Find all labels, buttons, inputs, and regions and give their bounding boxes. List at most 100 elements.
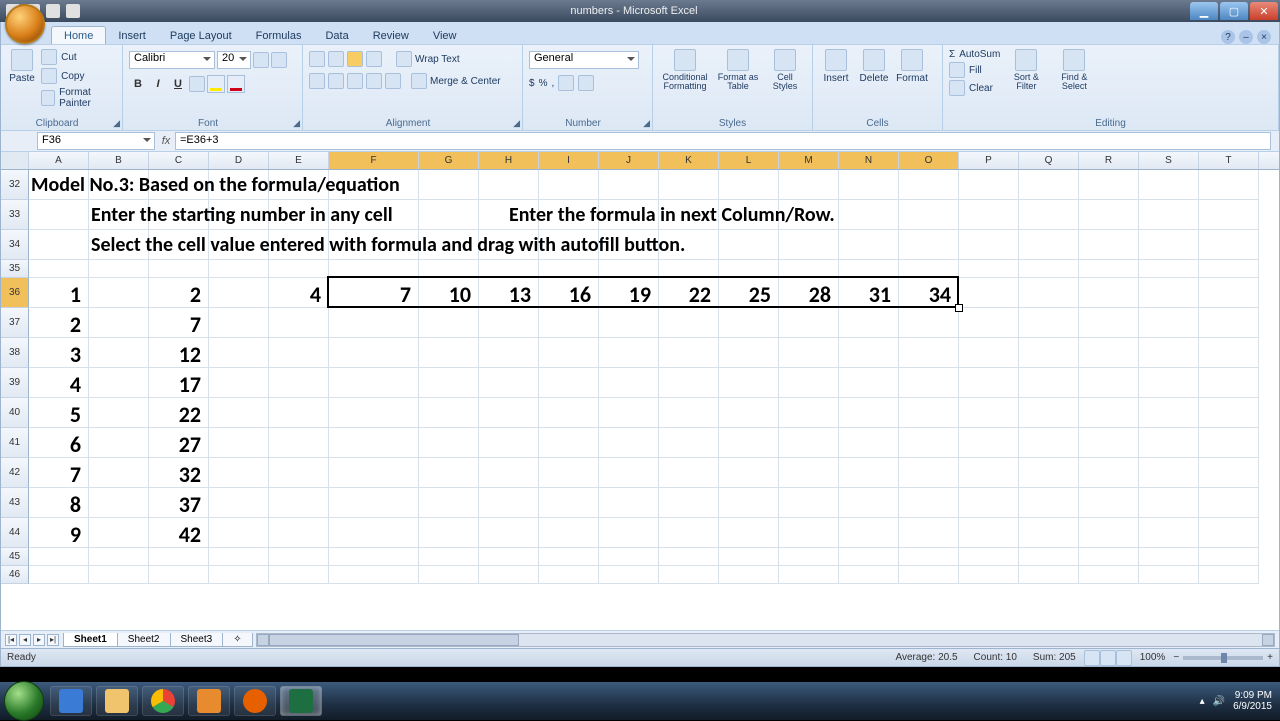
col-header-E[interactable]: E — [269, 152, 329, 169]
format-cells-button[interactable]: Format — [895, 47, 929, 84]
row-header-42[interactable]: 42 — [1, 458, 29, 488]
insert-cells-button[interactable]: Insert — [819, 47, 853, 84]
col-header-S[interactable]: S — [1139, 152, 1199, 169]
row-header-40[interactable]: 40 — [1, 398, 29, 428]
cell-a44[interactable]: 9 — [29, 521, 81, 548]
comma-button[interactable]: , — [551, 78, 554, 89]
percent-button[interactable]: % — [539, 78, 548, 89]
cell-N36[interactable]: 31 — [839, 281, 891, 308]
cell-a42[interactable]: 7 — [29, 461, 81, 488]
taskbar-excel[interactable] — [280, 686, 322, 716]
col-header-P[interactable]: P — [959, 152, 1019, 169]
office-button[interactable] — [5, 4, 45, 44]
scroll-thumb[interactable] — [269, 634, 519, 646]
col-header-D[interactable]: D — [209, 152, 269, 169]
orientation-icon[interactable] — [366, 51, 382, 67]
tab-data[interactable]: Data — [313, 27, 360, 44]
scroll-right-icon[interactable] — [1262, 634, 1274, 646]
cell-H36[interactable]: 13 — [479, 281, 531, 308]
cell-a43[interactable]: 8 — [29, 491, 81, 518]
sheet-nav-next-icon[interactable]: ▸ — [33, 634, 45, 646]
tab-home[interactable]: Home — [51, 26, 106, 44]
font-dialog-icon[interactable]: ◢ — [293, 118, 300, 129]
cell-c37[interactable]: 7 — [149, 311, 201, 338]
cell-a36[interactable]: 1 — [29, 281, 81, 308]
fill-color-button[interactable] — [207, 75, 225, 93]
col-header-B[interactable]: B — [89, 152, 149, 169]
col-header-C[interactable]: C — [149, 152, 209, 169]
select-all-corner[interactable] — [1, 152, 29, 169]
col-header-Q[interactable]: Q — [1019, 152, 1079, 169]
sheet-nav-prev-icon[interactable]: ◂ — [19, 634, 31, 646]
row-header-45[interactable]: 45 — [1, 548, 29, 566]
shrink-font-icon[interactable] — [271, 52, 287, 68]
sheet-nav-last-icon[interactable]: ▸| — [47, 634, 59, 646]
col-header-L[interactable]: L — [719, 152, 779, 169]
number-dialog-icon[interactable]: ◢ — [643, 118, 650, 129]
cell-L36[interactable]: 25 — [719, 281, 771, 308]
tray-chevron-up-icon[interactable]: ▴ — [1200, 696, 1205, 707]
alignment-dialog-icon[interactable]: ◢ — [513, 118, 520, 129]
row-header-38[interactable]: 38 — [1, 338, 29, 368]
formula-input[interactable]: =E36+3 — [175, 132, 1271, 150]
sort-filter-button[interactable]: Sort & Filter — [1004, 47, 1048, 91]
align-top-icon[interactable] — [309, 51, 325, 67]
row-header-34[interactable]: 34 — [1, 230, 29, 260]
format-as-table-button[interactable]: Format as Table — [715, 47, 761, 91]
spreadsheet-grid[interactable]: ABCDEFGHIJKLMNOPQRST 3233343536373839404… — [1, 152, 1279, 630]
scroll-left-icon[interactable] — [257, 634, 269, 646]
align-middle-icon[interactable] — [328, 51, 344, 67]
row-header-43[interactable]: 43 — [1, 488, 29, 518]
row-header-46[interactable]: 46 — [1, 566, 29, 584]
row-header-32[interactable]: 32 — [1, 170, 29, 200]
cell-c36[interactable]: 2 — [149, 281, 201, 308]
align-bottom-icon[interactable] — [347, 51, 363, 67]
help-icon[interactable]: ? — [1221, 30, 1235, 44]
row-header-35[interactable]: 35 — [1, 260, 29, 278]
copy-button[interactable]: Copy — [41, 68, 116, 84]
increase-indent-icon[interactable] — [385, 73, 401, 89]
cell-c38[interactable]: 12 — [149, 341, 201, 368]
col-header-I[interactable]: I — [539, 152, 599, 169]
taskbar-chrome[interactable] — [142, 686, 184, 716]
clipboard-dialog-icon[interactable]: ◢ — [113, 118, 120, 129]
row-header-37[interactable]: 37 — [1, 308, 29, 338]
tab-review[interactable]: Review — [361, 27, 421, 44]
decrease-decimal-icon[interactable] — [578, 75, 594, 91]
col-header-M[interactable]: M — [779, 152, 839, 169]
autofill-handle[interactable] — [955, 304, 963, 312]
cell-J36[interactable]: 19 — [599, 281, 651, 308]
find-select-button[interactable]: Find & Select — [1052, 47, 1096, 91]
currency-button[interactable]: $ — [529, 78, 535, 89]
align-center-icon[interactable] — [328, 73, 344, 89]
cell-G36[interactable]: 10 — [419, 281, 471, 308]
row-header-44[interactable]: 44 — [1, 518, 29, 548]
sheet-tab-2[interactable]: Sheet2 — [117, 633, 171, 647]
taskbar-firefox[interactable] — [234, 686, 276, 716]
merge-center-button[interactable]: Merge & Center — [430, 76, 501, 87]
close-button[interactable]: ✕ — [1250, 2, 1278, 20]
cell-c44[interactable]: 42 — [149, 521, 201, 548]
cell-a39[interactable]: 4 — [29, 371, 81, 398]
taskbar-explorer[interactable] — [96, 686, 138, 716]
app-close-icon[interactable]: × — [1257, 30, 1271, 44]
minimize-button[interactable]: ▁ — [1190, 2, 1218, 20]
col-header-F[interactable]: F — [329, 152, 419, 169]
new-sheet-button[interactable]: ✧ — [222, 633, 252, 647]
tab-formulas[interactable]: Formulas — [244, 27, 314, 44]
view-layout-icon[interactable] — [1100, 650, 1116, 666]
cell-a37[interactable]: 2 — [29, 311, 81, 338]
taskbar-media-player[interactable] — [188, 686, 230, 716]
sheet-tab-3[interactable]: Sheet3 — [170, 633, 224, 647]
col-header-T[interactable]: T — [1199, 152, 1259, 169]
col-header-K[interactable]: K — [659, 152, 719, 169]
fx-button[interactable]: fx — [157, 132, 175, 150]
tray-clock[interactable]: 9:09 PM 6/9/2015 — [1233, 690, 1272, 712]
tab-insert[interactable]: Insert — [106, 27, 158, 44]
taskbar-ie[interactable] — [50, 686, 92, 716]
row-header-36[interactable]: 36 — [1, 278, 29, 308]
tab-view[interactable]: View — [421, 27, 469, 44]
font-color-button[interactable] — [227, 75, 245, 93]
cell-c39[interactable]: 17 — [149, 371, 201, 398]
cell-K36[interactable]: 22 — [659, 281, 711, 308]
